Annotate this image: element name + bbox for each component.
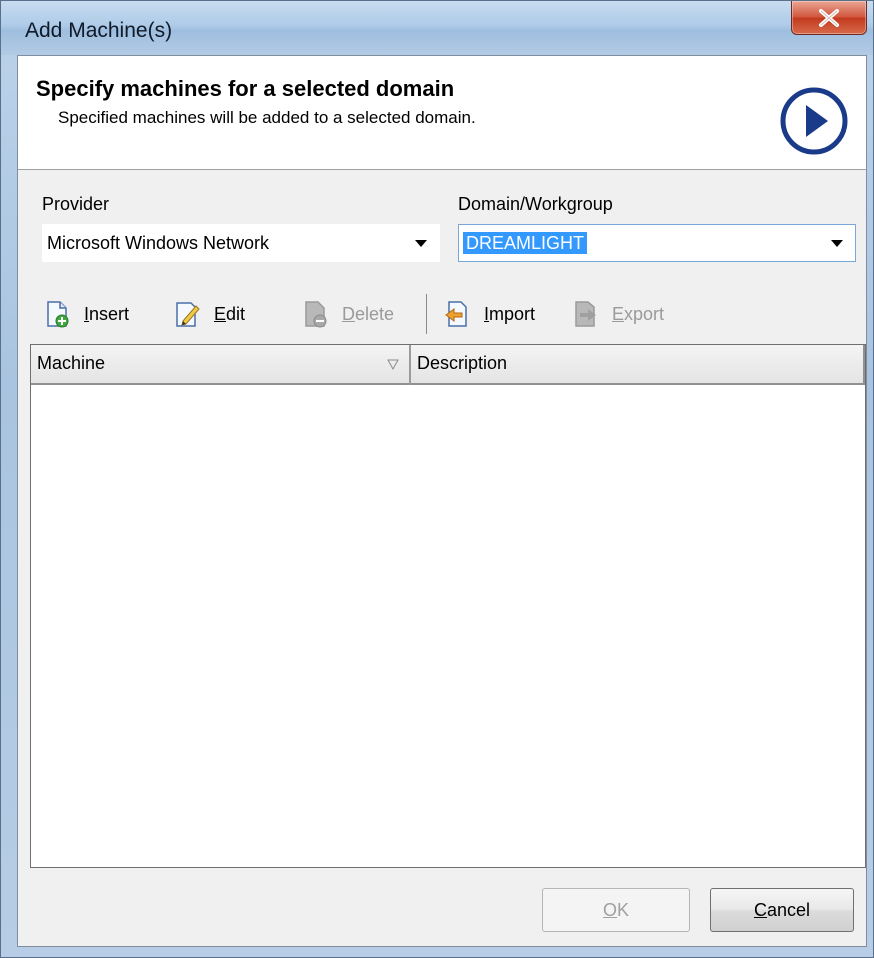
provider-value: Microsoft Windows Network [47, 233, 270, 253]
edit-button[interactable]: Edit [174, 296, 245, 332]
cancel-label: Cancel [753, 899, 811, 920]
ok-button[interactable]: OK [542, 888, 690, 932]
domain-selected-text: DREAMLIGHT [463, 232, 588, 254]
toolbar-separator [426, 294, 427, 334]
import-icon [445, 301, 467, 327]
sort-indicator-icon [387, 359, 399, 370]
export-label: Export [612, 303, 665, 324]
close-icon [819, 8, 839, 27]
column-header-description[interactable]: Description [413, 345, 853, 383]
grid-toolbar: Insert Edit Delete Import Export [18, 292, 866, 336]
insert-icon [47, 301, 69, 328]
import-button[interactable]: Import [444, 296, 535, 332]
dialog-window: Add Machine(s) Specify machines for a se… [0, 0, 874, 958]
import-label: Import [484, 303, 536, 324]
chevron-down-icon [827, 233, 847, 255]
provider-dropdown[interactable]: Microsoft Windows Network [42, 224, 440, 262]
edit-label: Edit [214, 303, 246, 324]
header-subtitle: Specified machines will be added to a se… [58, 108, 476, 127]
column-header-machine[interactable]: Machine [33, 345, 409, 383]
export-icon [575, 301, 596, 327]
delete-icon [305, 301, 327, 328]
ok-label: OK [602, 899, 630, 920]
domain-label: Domain/Workgroup [458, 194, 613, 214]
header-title: Specify machines for a selected domain [36, 76, 455, 101]
insert-label: Insert [84, 303, 130, 324]
edit-icon [176, 302, 200, 327]
next-arrow-icon [780, 87, 848, 155]
close-button[interactable] [791, 1, 867, 35]
domain-value: DREAMLIGHT [463, 232, 588, 254]
wizard-header: Specify machines for a selected domain S… [18, 56, 866, 170]
export-button[interactable]: Export [572, 296, 664, 332]
machines-grid[interactable]: Machine Description [30, 344, 866, 868]
title-bar[interactable]: Add Machine(s) [1, 1, 873, 55]
domain-dropdown[interactable]: DREAMLIGHT [458, 224, 856, 262]
chevron-down-icon [411, 233, 431, 255]
column-separator[interactable] [409, 345, 411, 385]
insert-button[interactable]: Insert [44, 296, 129, 332]
delete-button[interactable]: Delete [302, 296, 394, 332]
window-title: Add Machine(s) [25, 19, 173, 42]
cancel-button[interactable]: Cancel [710, 888, 854, 932]
dialog-client-area: Specify machines for a selected domain S… [17, 55, 867, 947]
provider-label: Provider [42, 194, 110, 214]
grid-header: Machine Description [31, 345, 865, 385]
delete-label: Delete [342, 303, 395, 324]
